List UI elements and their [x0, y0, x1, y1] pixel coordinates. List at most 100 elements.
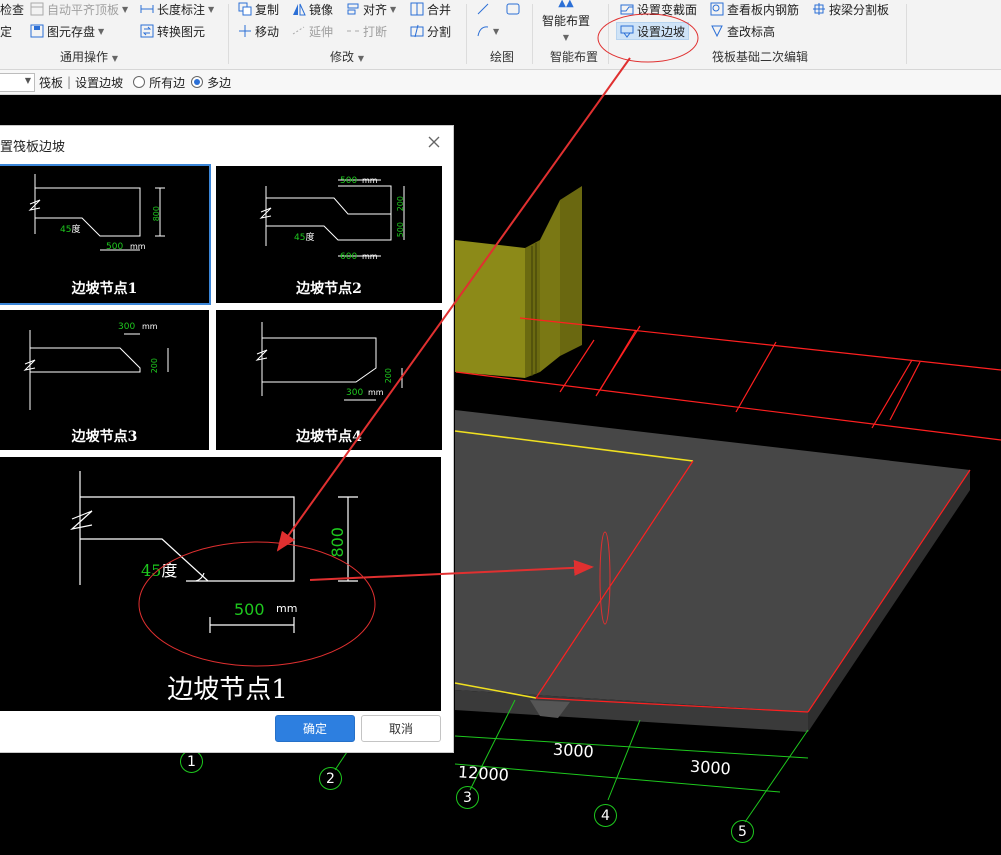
slope-node-4[interactable]: 300 mm 200 边坡节点4: [216, 310, 442, 450]
mirror-icon: [292, 2, 306, 16]
preview-angle: 45度: [141, 561, 178, 580]
align-button[interactable]: 对齐 ▼: [346, 0, 396, 18]
element-type-label: 筏板: [39, 75, 64, 90]
node3-label: 边坡节点3: [71, 429, 138, 445]
slope-node-3[interactable]: 300 mm 200 边坡节点3: [0, 310, 209, 450]
slope-icon: [620, 24, 634, 38]
convert-element-button[interactable]: 转换图元: [140, 22, 205, 40]
node3-width: 300: [118, 322, 136, 332]
axis-label-1: 1: [180, 750, 203, 773]
rebar-view-icon: [710, 2, 724, 16]
preview-height: 800: [328, 527, 347, 558]
group-draw: 绘图: [490, 50, 515, 64]
set-slope-dialog: 置筏板边坡 45度 500 mm 800 边坡节点1 500 mm 45度 20…: [0, 125, 454, 753]
split-icon: [410, 24, 424, 38]
option-multi-edges-label[interactable]: 多边: [207, 74, 231, 91]
break-button[interactable]: 打断: [346, 22, 387, 40]
group-raft-edit: 筏板基础二次编辑: [712, 50, 809, 64]
node1-label: 边坡节点1: [71, 281, 138, 297]
node4-width-unit: mm: [368, 388, 384, 397]
extend-button[interactable]: 延伸: [292, 22, 333, 40]
preview-width: 500: [234, 600, 265, 619]
line-draw-button[interactable]: [476, 0, 490, 18]
ribbon-toolbar: 检查 自动平齐顶板 ▼ 长度标注 ▼ 定 图元存盘 ▼ 转换图元 通用操作 ▼ 复制 …: [0, 0, 1001, 70]
slope-preview: 45度 500 mm 800 边坡节点1: [0, 457, 441, 711]
variable-section-icon: [620, 2, 634, 16]
node2-bottom: 600: [340, 252, 358, 262]
align-icon: [346, 2, 360, 16]
convert-icon: [140, 24, 154, 38]
node1-width: 500: [106, 242, 124, 252]
break-icon: [346, 24, 360, 38]
extend-icon: [292, 24, 306, 38]
axis-label-3: 3: [456, 786, 479, 809]
close-icon[interactable]: [427, 135, 441, 149]
change-elevation-button[interactable]: 查改标高: [710, 22, 775, 40]
node4-height: 200: [384, 368, 393, 384]
node2-top: 500: [340, 176, 358, 186]
ok-button[interactable]: 确定: [275, 715, 355, 742]
node2-bottom-unit: mm: [362, 252, 378, 261]
group-modify: 修改 ▼: [330, 50, 364, 64]
dimension-icon: [140, 2, 154, 16]
split-by-beam-button[interactable]: 按梁分割板: [812, 0, 889, 18]
set-variable-section-button[interactable]: 设置变截面: [620, 0, 697, 18]
copy-button[interactable]: 复制: [238, 0, 279, 18]
merge-icon: [410, 2, 424, 16]
dimension-label-3000-a: 3000: [552, 739, 595, 762]
node2-label: 边坡节点2: [296, 281, 362, 297]
line-icon: [476, 2, 490, 16]
dimension-label-3000-b: 3000: [689, 756, 732, 779]
save-element-button[interactable]: 图元存盘 ▼: [30, 22, 104, 40]
set-slope-button[interactable]: 设置边坡: [616, 22, 690, 40]
split-button[interactable]: 分割: [410, 22, 451, 40]
node3-width-unit: mm: [142, 322, 158, 331]
arc-icon: [476, 24, 490, 38]
beam-split-icon: [812, 2, 826, 16]
auto-flush-top-button[interactable]: 自动平齐顶板 ▼: [30, 0, 128, 18]
element-combo[interactable]: ▼: [0, 72, 35, 92]
view-rebar-button[interactable]: 查看板内钢筋: [710, 0, 799, 18]
node2-height: 500: [396, 222, 405, 238]
smart-layout-icon: ▲▲: [558, 0, 574, 9]
axis-label-2: 2: [319, 767, 342, 790]
chevron-down-icon: ▼: [24, 75, 31, 85]
rectangle-icon: [506, 2, 520, 16]
node3-height: 200: [150, 358, 159, 374]
radio-multi-edges[interactable]: [191, 76, 204, 88]
axis-label-5: 5: [731, 820, 754, 843]
dimension-label-12000: 12000: [457, 762, 510, 785]
arc-draw-button[interactable]: ▼: [476, 22, 499, 40]
preview-label: 边坡节点1: [167, 675, 288, 705]
node1-height: 800: [152, 206, 161, 222]
flush-icon: [30, 2, 44, 16]
copy-icon: [238, 2, 252, 16]
divider: |: [67, 75, 72, 89]
slope-node-2[interactable]: 500 mm 45度 200 500 600 mm 边坡节点2: [216, 166, 442, 303]
node2-angle: 45度: [294, 233, 315, 243]
mirror-button[interactable]: 镜像: [292, 0, 333, 18]
check-button[interactable]: 检查: [0, 0, 24, 18]
axis-label-4: 4: [594, 804, 617, 827]
cancel-button[interactable]: 取消: [361, 715, 441, 742]
merge-button[interactable]: 合并: [410, 0, 451, 18]
node2-step: 200: [396, 196, 405, 212]
dialog-title: 置筏板边坡: [0, 140, 66, 155]
node4-width: 300: [346, 388, 364, 398]
node4-label: 边坡节点4: [296, 429, 362, 445]
preview-width-unit: mm: [276, 602, 298, 615]
option-all-edges-label[interactable]: 所有边: [149, 74, 185, 91]
length-dimension-button[interactable]: 长度标注 ▼: [140, 0, 214, 18]
command-option-bar: ▼ 筏板 | 设置边坡 所有边 多边: [0, 70, 1001, 95]
group-smart: 智能布置: [550, 50, 599, 64]
command-label: 设置边坡: [75, 75, 124, 90]
rect-draw-button[interactable]: [506, 0, 520, 18]
group-general: 通用操作 ▼: [60, 50, 118, 64]
radio-all-edges[interactable]: [133, 76, 146, 88]
raft-slab-top: [455, 410, 970, 712]
move-icon: [238, 24, 252, 38]
move-button[interactable]: 移动: [238, 22, 279, 40]
attribute-button[interactable]: 定: [0, 22, 12, 40]
slope-node-1[interactable]: 45度 500 mm 800 边坡节点1: [0, 164, 211, 305]
smart-layout-button[interactable]: ▲▲ 智能布置 ▼: [540, 0, 592, 44]
